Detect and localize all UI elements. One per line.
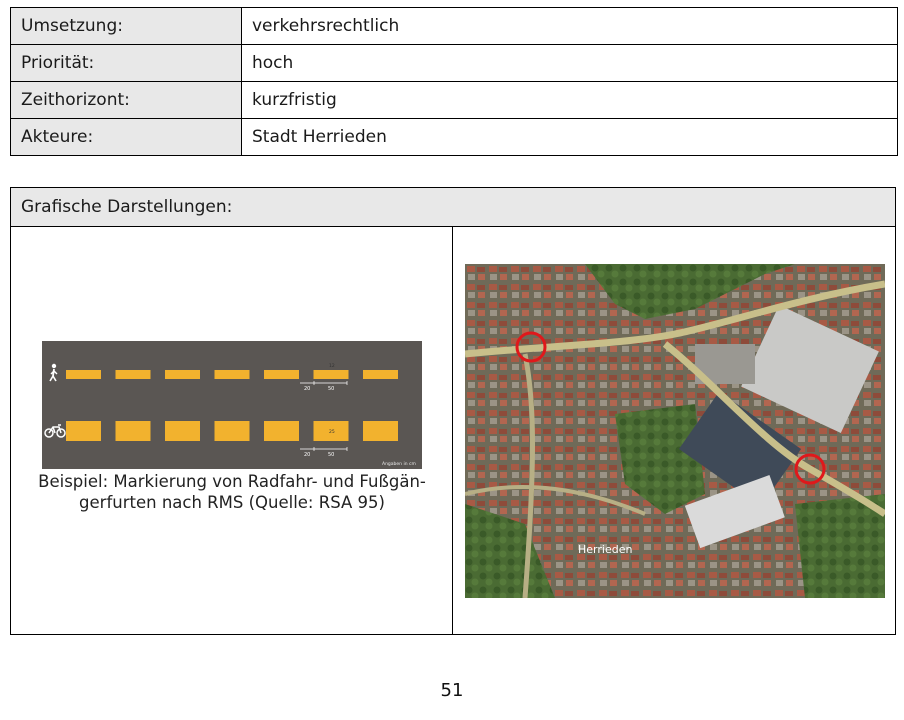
row-value: verkehrsrechtlich (241, 7, 898, 45)
row-value: hoch (241, 44, 898, 82)
dim-gap-label: 20 (304, 452, 310, 458)
bicycle-crossing-marks (66, 421, 398, 441)
map-place-label: Herrieden (578, 543, 632, 556)
table-row: Akteure: Stadt Herrieden (10, 118, 898, 156)
marking-block (363, 370, 398, 379)
marking-block (115, 370, 151, 379)
marking-block (214, 370, 250, 379)
marking-block (264, 370, 299, 379)
table-row: Priorität: hoch (10, 44, 898, 82)
marking-cell: 20 50 20 50 12 25 Angaben in cm Beispiel… (11, 226, 453, 634)
crossing-marking-illustration: 20 50 20 50 12 25 Angaben in cm (42, 341, 422, 469)
row-value: kurzfristig (241, 81, 898, 119)
dim-gap-label: 20 (304, 386, 310, 392)
marking-block (165, 421, 200, 441)
marking-block (214, 421, 250, 441)
road-surface (42, 341, 422, 469)
marking-block (313, 370, 349, 379)
figure-caption: Beispiel: Markierung von Radfahr- und Fu… (11, 471, 453, 513)
dim-bike-height-label: 25 (329, 429, 335, 435)
marking-block (264, 421, 299, 441)
dim-width-label: 50 (328, 452, 334, 458)
marking-block (115, 421, 151, 441)
row-label: Umsetzung: (10, 7, 242, 45)
caption-line: gerfurten nach RMS (Quelle: RSA 95) (79, 493, 385, 512)
marking-block (165, 370, 200, 379)
map-cell: Herrieden (453, 226, 895, 634)
section-title: Grafische Darstellungen: (11, 188, 895, 227)
measure-info-table: Umsetzung: verkehrsrechtlich Priorität: … (10, 7, 898, 156)
marking-block (66, 370, 101, 379)
table-row: Zeithorizont: kurzfristig (10, 81, 898, 119)
dim-ped-height-label: 12 (329, 363, 335, 369)
pedestrian-crossing-marks (66, 370, 398, 379)
row-label: Priorität: (10, 44, 242, 82)
map-green-area (795, 494, 885, 598)
row-value: Stadt Herrieden (241, 118, 898, 156)
row-label: Akteure: (10, 118, 242, 156)
graphics-section: Grafische Darstellungen: 20 50 20 50 12 … (10, 187, 896, 635)
marking-block (66, 421, 101, 441)
unit-note: Angaben in cm (382, 461, 416, 467)
page-number: 51 (440, 680, 464, 701)
caption-line: Beispiel: Markierung von Radfahr- und Fu… (38, 472, 426, 491)
table-row: Umsetzung: verkehrsrechtlich (10, 7, 898, 45)
marking-block (363, 421, 398, 441)
row-label: Zeithorizont: (10, 81, 242, 119)
aerial-map-image: Herrieden (465, 264, 885, 598)
dim-width-label: 50 (328, 386, 334, 392)
